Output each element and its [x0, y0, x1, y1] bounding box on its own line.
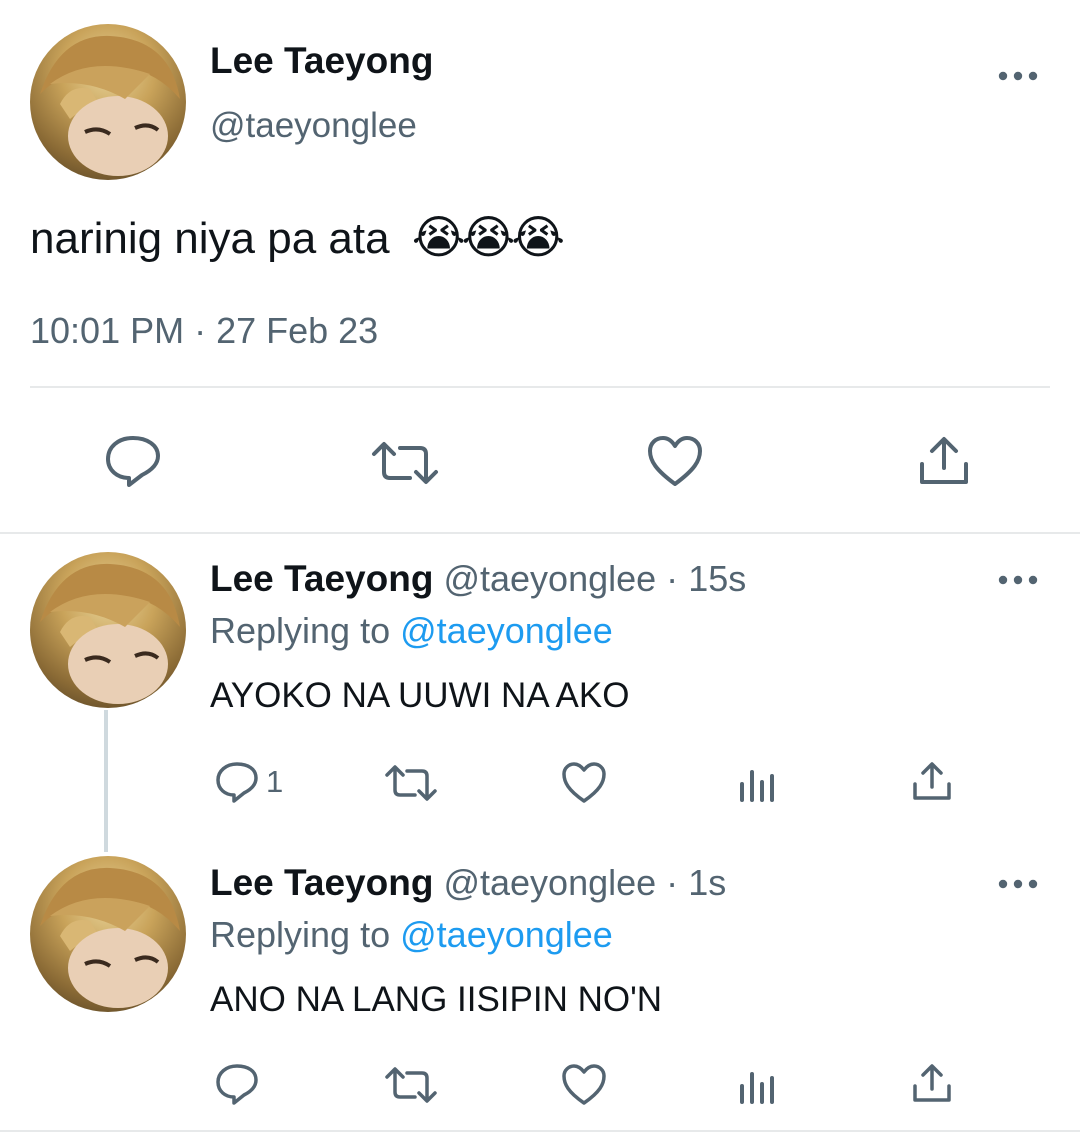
avatar-photo	[40, 35, 180, 176]
tweet-body: narinig niya pa ata	[30, 214, 390, 263]
analytics-icon[interactable]	[738, 1066, 778, 1104]
handle[interactable]: @taeyonglee	[443, 862, 656, 903]
replying-to: Replying to @taeyonglee	[210, 610, 613, 652]
reply-icon[interactable]	[104, 434, 162, 488]
display-name[interactable]: Lee Taeyong	[210, 862, 433, 903]
tweet-text: narinig niya pa ata 😭😭😭	[30, 210, 565, 264]
relative-time[interactable]: 15s	[688, 558, 746, 599]
timestamp[interactable]: 10:01 PM · 27 Feb 23	[30, 310, 378, 352]
share-icon[interactable]	[910, 1062, 954, 1104]
handle[interactable]: @taeyonglee	[443, 558, 656, 599]
retweet-icon[interactable]	[384, 764, 438, 802]
avatar[interactable]	[30, 552, 186, 708]
more-options-icon[interactable]	[998, 70, 1038, 82]
replying-to-label: Replying to	[210, 610, 391, 651]
display-name[interactable]: Lee Taeyong	[210, 558, 433, 599]
display-name[interactable]: Lee Taeyong	[210, 40, 433, 82]
avatar[interactable]	[30, 856, 186, 1012]
replying-to-label: Replying to	[210, 914, 391, 955]
avatar[interactable]	[30, 24, 186, 180]
more-options-icon[interactable]	[998, 878, 1038, 890]
section-divider	[0, 532, 1080, 534]
replying-to-handle[interactable]: @taeyonglee	[400, 914, 613, 955]
divider	[30, 386, 1050, 388]
bottom-divider	[0, 1130, 1080, 1132]
more-options-icon[interactable]	[998, 574, 1038, 586]
separator: ·	[666, 862, 679, 903]
reply-icon[interactable]	[214, 1062, 260, 1106]
avatar-photo	[40, 867, 180, 1008]
thread-line	[104, 710, 108, 852]
retweet-icon[interactable]	[384, 1066, 438, 1104]
handle[interactable]: @taeyonglee	[210, 106, 417, 146]
analytics-icon[interactable]	[738, 764, 778, 802]
reply-header: Lee Taeyong @taeyonglee · 15s	[210, 558, 746, 600]
retweet-icon[interactable]	[370, 440, 440, 486]
reply-icon[interactable]	[214, 760, 260, 804]
avatar-photo	[40, 563, 180, 704]
like-icon[interactable]	[560, 760, 608, 804]
relative-time[interactable]: 1s	[688, 862, 726, 903]
separator: ·	[666, 558, 679, 599]
reply-header: Lee Taeyong @taeyonglee · 1s	[210, 862, 726, 904]
replying-to: Replying to @taeyonglee	[210, 914, 613, 956]
share-icon[interactable]	[916, 434, 972, 488]
crying-emoji: 😭😭😭	[411, 211, 565, 263]
reply-count: 1	[266, 764, 284, 799]
like-icon[interactable]	[560, 1062, 608, 1106]
share-icon[interactable]	[910, 760, 954, 802]
reply-text: ANO NA LANG IISIPIN NO'N	[210, 980, 663, 1019]
like-icon[interactable]	[646, 434, 704, 488]
reply-text: AYOKO NA UUWI NA AKO	[210, 676, 630, 715]
replying-to-handle[interactable]: @taeyonglee	[400, 610, 613, 651]
